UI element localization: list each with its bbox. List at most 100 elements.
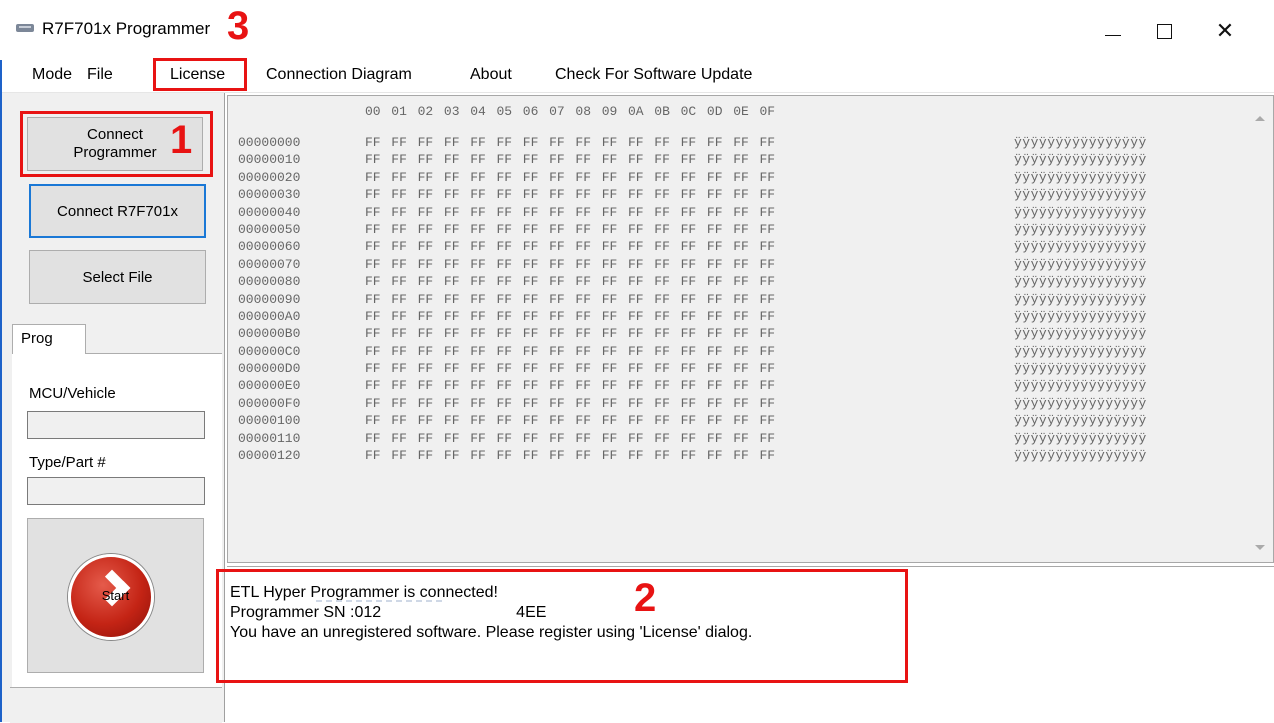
hex-byte[interactable]: FF <box>497 256 513 273</box>
hex-byte[interactable]: FF <box>707 308 723 325</box>
hex-byte[interactable]: FF <box>760 325 776 342</box>
hex-byte[interactable]: FF <box>391 151 407 168</box>
hex-byte[interactable]: FF <box>444 377 460 394</box>
hex-byte[interactable]: FF <box>575 377 591 394</box>
hex-byte[interactable]: FF <box>470 134 486 151</box>
hex-byte[interactable]: FF <box>470 204 486 221</box>
hex-byte[interactable]: FF <box>628 151 644 168</box>
hex-byte[interactable]: FF <box>654 447 670 464</box>
hex-byte[interactable]: FF <box>470 447 486 464</box>
hex-byte[interactable]: FF <box>549 204 565 221</box>
hex-byte[interactable]: FF <box>654 430 670 447</box>
hex-byte[interactable]: FF <box>523 134 539 151</box>
hex-byte[interactable]: FF <box>575 360 591 377</box>
hex-byte[interactable]: FF <box>733 430 749 447</box>
hex-byte[interactable]: FF <box>575 186 591 203</box>
hex-byte[interactable]: FF <box>654 256 670 273</box>
hex-byte[interactable]: FF <box>575 291 591 308</box>
hex-byte[interactable]: FF <box>444 447 460 464</box>
hex-byte[interactable]: FF <box>575 169 591 186</box>
hex-byte[interactable]: FF <box>575 221 591 238</box>
hex-byte[interactable]: FF <box>497 221 513 238</box>
hex-byte[interactable]: FF <box>681 360 697 377</box>
hex-byte[interactable]: FF <box>654 221 670 238</box>
hex-byte[interactable]: FF <box>707 134 723 151</box>
hex-byte[interactable]: FF <box>391 343 407 360</box>
hex-byte[interactable]: FF <box>549 447 565 464</box>
scroll-up-icon[interactable] <box>1255 116 1265 121</box>
hex-byte[interactable]: FF <box>654 151 670 168</box>
hex-byte[interactable]: FF <box>418 395 434 412</box>
hex-byte[interactable]: FF <box>602 221 618 238</box>
hex-byte[interactable]: FF <box>497 169 513 186</box>
hex-byte[interactable]: FF <box>760 360 776 377</box>
hex-byte[interactable]: FF <box>628 343 644 360</box>
hex-byte[interactable]: FF <box>549 256 565 273</box>
maximize-button[interactable] <box>1144 14 1184 48</box>
hex-byte[interactable]: FF <box>654 134 670 151</box>
hex-byte[interactable]: FF <box>733 291 749 308</box>
hex-byte[interactable]: FF <box>470 308 486 325</box>
minimize-button[interactable] <box>1092 14 1132 48</box>
hex-byte[interactable]: FF <box>391 308 407 325</box>
hex-byte[interactable]: FF <box>707 221 723 238</box>
hex-byte[interactable]: FF <box>470 238 486 255</box>
hex-byte[interactable]: FF <box>733 151 749 168</box>
hex-byte[interactable]: FF <box>733 256 749 273</box>
hex-byte[interactable]: FF <box>444 360 460 377</box>
hex-byte[interactable]: FF <box>391 169 407 186</box>
hex-byte[interactable]: FF <box>602 430 618 447</box>
type-part-field[interactable] <box>27 477 205 505</box>
hex-byte[interactable]: FF <box>602 325 618 342</box>
hex-byte[interactable]: FF <box>523 325 539 342</box>
hex-byte[interactable]: FF <box>365 308 381 325</box>
hex-byte[interactable]: FF <box>365 221 381 238</box>
hex-byte[interactable]: FF <box>391 238 407 255</box>
hex-byte[interactable]: FF <box>628 238 644 255</box>
hex-byte[interactable]: FF <box>733 325 749 342</box>
hex-byte[interactable]: FF <box>681 134 697 151</box>
hex-byte[interactable]: FF <box>497 238 513 255</box>
hex-byte[interactable]: FF <box>549 377 565 394</box>
hex-byte[interactable]: FF <box>365 134 381 151</box>
hex-byte[interactable]: FF <box>391 134 407 151</box>
hex-byte[interactable]: FF <box>549 169 565 186</box>
hex-byte[interactable]: FF <box>681 291 697 308</box>
hex-byte[interactable]: FF <box>549 308 565 325</box>
hex-byte[interactable]: FF <box>654 308 670 325</box>
hex-byte[interactable]: FF <box>365 377 381 394</box>
hex-byte[interactable]: FF <box>707 360 723 377</box>
hex-byte[interactable]: FF <box>707 395 723 412</box>
hex-byte[interactable]: FF <box>470 412 486 429</box>
hex-byte[interactable]: FF <box>391 186 407 203</box>
hex-byte[interactable]: FF <box>654 238 670 255</box>
hex-byte[interactable]: FF <box>707 238 723 255</box>
hex-view[interactable]: 00 01 02 03 04 05 06 07 08 09 0A 0B 0C 0D 0E 0F 0000000… <box>227 95 1274 563</box>
hex-byte[interactable]: FF <box>602 395 618 412</box>
close-button[interactable]: ✕ <box>1205 14 1245 48</box>
hex-byte[interactable]: FF <box>575 343 591 360</box>
hex-byte[interactable]: FF <box>760 151 776 168</box>
hex-byte[interactable]: FF <box>365 204 381 221</box>
hex-byte[interactable]: FF <box>523 256 539 273</box>
hex-byte[interactable]: FF <box>681 186 697 203</box>
hex-byte[interactable]: FF <box>575 430 591 447</box>
hex-byte[interactable]: FF <box>654 273 670 290</box>
hex-byte[interactable]: FF <box>497 447 513 464</box>
hex-byte[interactable]: FF <box>365 395 381 412</box>
hex-byte[interactable]: FF <box>418 169 434 186</box>
hex-byte[interactable]: FF <box>733 395 749 412</box>
hex-byte[interactable]: FF <box>365 273 381 290</box>
hex-byte[interactable]: FF <box>444 343 460 360</box>
hex-byte[interactable]: FF <box>470 430 486 447</box>
hex-byte[interactable]: FF <box>497 412 513 429</box>
hex-byte[interactable]: FF <box>418 186 434 203</box>
hex-byte[interactable]: FF <box>733 377 749 394</box>
hex-byte[interactable]: FF <box>654 169 670 186</box>
menu-check-update[interactable]: Check For Software Update <box>555 66 752 84</box>
hex-byte[interactable]: FF <box>760 447 776 464</box>
hex-byte[interactable]: FF <box>391 221 407 238</box>
hex-byte[interactable]: FF <box>549 186 565 203</box>
hex-byte[interactable]: FF <box>444 204 460 221</box>
hex-byte[interactable]: FF <box>470 151 486 168</box>
